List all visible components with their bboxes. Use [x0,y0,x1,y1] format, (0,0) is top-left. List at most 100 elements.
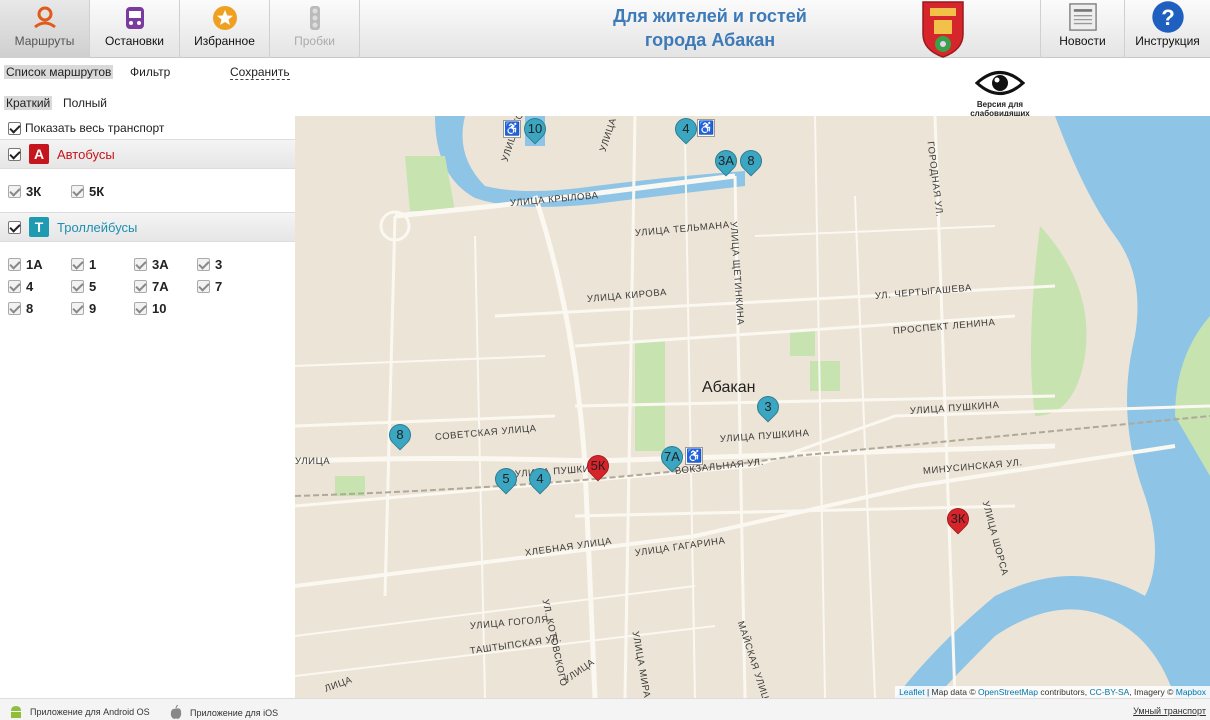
vehicle-marker[interactable]: 3А [710,145,742,178]
vehicle-marker[interactable]: 7А [656,441,688,474]
route-label: 7 [215,279,223,294]
route-checkbox-1a[interactable]: 1А [8,257,43,272]
map-tiles [295,116,1210,698]
instructions-button[interactable]: ? Инструкция [1124,0,1210,58]
full-mode-toggle[interactable]: Полный [63,96,107,110]
trolleybus-group-header[interactable]: Т Троллейбусы [0,212,295,242]
marker-label: 8 [396,427,404,442]
trolleybus-letter-icon: Т [29,217,49,237]
wheelchair-icon: ♿ [697,119,715,137]
route-checkbox-5[interactable]: 5 [71,279,96,294]
leaflet-link[interactable]: Leaflet [899,687,925,697]
attribution-text: , Imagery © [1129,687,1176,697]
map-attribution: Leaflet | Map data © OpenStreetMap contr… [895,686,1210,698]
route-label: 5 [89,279,97,294]
marker-label: 4 [682,121,690,136]
route-label: 10 [152,301,167,316]
marker-label: 8 [747,153,755,168]
route-checkbox-1[interactable]: 1 [71,257,96,272]
route-checkbox-7[interactable]: 7 [197,279,222,294]
tab-favorites[interactable]: Избранное [180,0,270,58]
vehicle-marker[interactable]: 8 [384,419,416,452]
vehicle-marker[interactable]: 3 [752,391,784,424]
bus-stop-icon [125,7,144,29]
show-all-transport[interactable]: Показать весь транспорт [8,121,164,135]
routes-panel: Список маршрутов Фильтр Сохранить Кратки… [0,58,295,698]
route-checkbox-5k[interactable]: 5К [71,184,104,199]
osm-link[interactable]: OpenStreetMap [978,687,1038,697]
bus-group-header[interactable]: А Автобусы [0,139,295,169]
route-checkbox-3k[interactable]: 3К [8,184,41,199]
checkbox[interactable] [134,280,147,293]
vehicle-marker[interactable]: 4 [670,116,702,146]
checkbox[interactable] [8,185,21,198]
route-label: 8 [26,301,34,316]
news-button[interactable]: Новости [1040,0,1124,58]
license-link[interactable]: CC-BY-SA [1089,687,1129,697]
news-label: Новости [1059,34,1106,48]
low-vision-version-button[interactable]: Версия для слабовидящих [960,68,1040,118]
trolleybus-group-name: Троллейбусы [57,219,138,235]
vehicle-marker[interactable]: 3К [942,503,974,536]
eye-icon [974,71,1026,95]
checkbox[interactable] [8,280,21,293]
route-label: 1А [26,257,43,272]
route-label: 1 [89,257,97,272]
star-icon [212,6,237,30]
ios-app-link[interactable]: Приложение для iOS [168,705,278,720]
checkbox[interactable] [8,258,21,271]
checkbox[interactable] [71,258,84,271]
marker-label: 5 [502,471,510,486]
tab-routes[interactable]: Маршруты [0,0,90,58]
tab-label: Остановки [105,34,164,48]
vehicle-marker[interactable]: 10 [519,116,551,146]
save-link[interactable]: Сохранить [230,65,290,80]
filter-link[interactable]: Фильтр [130,65,170,79]
checkbox[interactable] [134,258,147,271]
wheelchair-icon: ♿ [685,447,703,465]
route-label: 5К [89,184,105,199]
show-all-checkbox[interactable] [8,121,21,135]
marker-label: 7А [664,449,680,464]
vehicle-marker[interactable]: 5 [490,463,522,496]
route-checkbox-3[interactable]: 3 [197,257,222,272]
route-checkbox-10[interactable]: 10 [134,301,166,316]
route-checkbox-9[interactable]: 9 [71,301,96,316]
marker-label: 3 [764,399,772,414]
vehicle-marker[interactable]: 8 [735,145,767,178]
route-checkbox-4[interactable]: 4 [8,279,33,294]
mapbox-link[interactable]: Mapbox [1176,687,1206,697]
checkbox[interactable] [71,280,84,293]
tab-traffic[interactable]: Пробки [270,0,360,58]
android-icon [11,706,21,718]
vehicle-marker[interactable]: 5К [582,450,614,483]
checkbox[interactable] [71,185,84,198]
route-checkbox-8[interactable]: 8 [8,301,33,316]
bus-letter-icon: А [29,144,49,164]
trolleybus-group-checkbox[interactable] [8,220,21,234]
android-app-link[interactable]: Приложение для Android OS [8,705,150,719]
title-line-1: Для жителей и гостей [613,6,807,26]
brief-mode-toggle[interactable]: Краткий [4,96,53,110]
map[interactable]: УЛИЦА ТОР УЛИЦА КАТИ УЛИЦА КРЫЛОВА УЛИЦА… [295,116,1210,698]
checkbox[interactable] [134,302,147,315]
checkbox[interactable] [71,302,84,315]
route-checkbox-7a[interactable]: 7А [134,279,169,294]
smart-transport-link[interactable]: Умный транспорт [1133,706,1206,716]
checkbox[interactable] [197,258,210,271]
vehicle-marker[interactable]: 4 [524,463,556,496]
marker-label: 4 [536,471,544,486]
traffic-light-icon [309,6,320,30]
route-label: 3 [215,257,223,272]
route-list-link[interactable]: Список маршрутов [4,65,114,79]
bus-group-checkbox[interactable] [8,147,21,161]
checkbox[interactable] [8,302,21,315]
route-label: 4 [26,279,34,294]
coat-of-arms-logo [922,1,964,58]
tab-label: Маршруты [14,34,75,48]
checkbox[interactable] [197,280,210,293]
route-checkbox-3a[interactable]: 3А [134,257,169,272]
tab-stops[interactable]: Остановки [90,0,180,58]
city-label: Абакан [702,379,756,396]
low-vision-line-1: Версия для [976,100,1024,109]
